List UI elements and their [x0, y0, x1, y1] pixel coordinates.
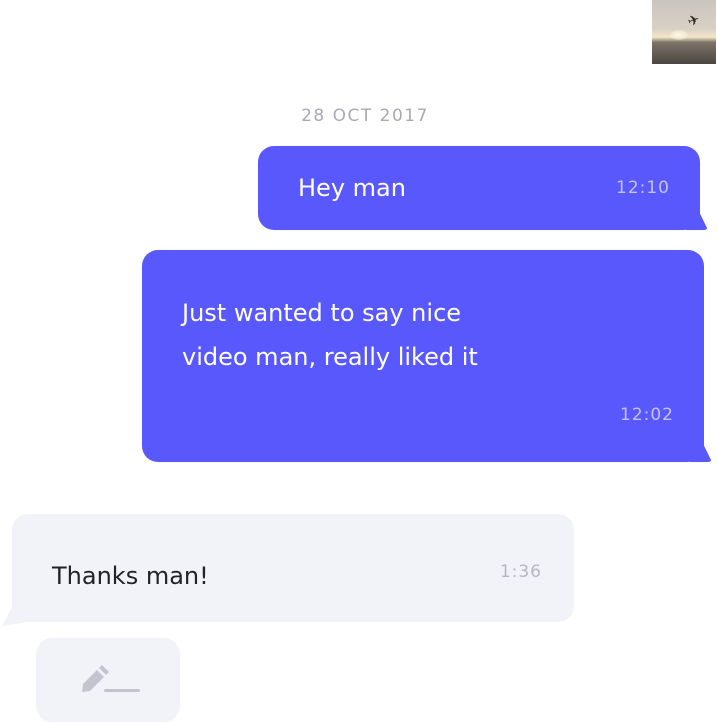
- message-text: Just wanted to say nice video man, reall…: [182, 299, 478, 371]
- message-time: 12:02: [620, 405, 674, 425]
- airplane-icon: ✈: [685, 11, 703, 31]
- message-bubble-outgoing[interactable]: Hey man 12:10: [258, 146, 708, 230]
- message-text: Thanks man!: [52, 562, 209, 590]
- message-bubble-outgoing[interactable]: Just wanted to say nice video man, reall…: [142, 250, 712, 462]
- compose-button[interactable]: [36, 638, 180, 722]
- bubble-tail: [2, 608, 26, 626]
- bubble-tail: [690, 444, 712, 462]
- avatar[interactable]: ✈: [652, 0, 716, 64]
- message-time: 1:36: [499, 562, 542, 582]
- date-divider: 28 OCT 2017: [301, 106, 429, 126]
- bubble-tail: [686, 212, 708, 230]
- sun-glow: [670, 30, 688, 40]
- message-time: 12:10: [616, 178, 670, 198]
- message-text: Hey man: [298, 174, 406, 202]
- pencil-icon: [82, 665, 140, 692]
- message-bubble-incoming[interactable]: Thanks man! 1:36: [2, 514, 574, 626]
